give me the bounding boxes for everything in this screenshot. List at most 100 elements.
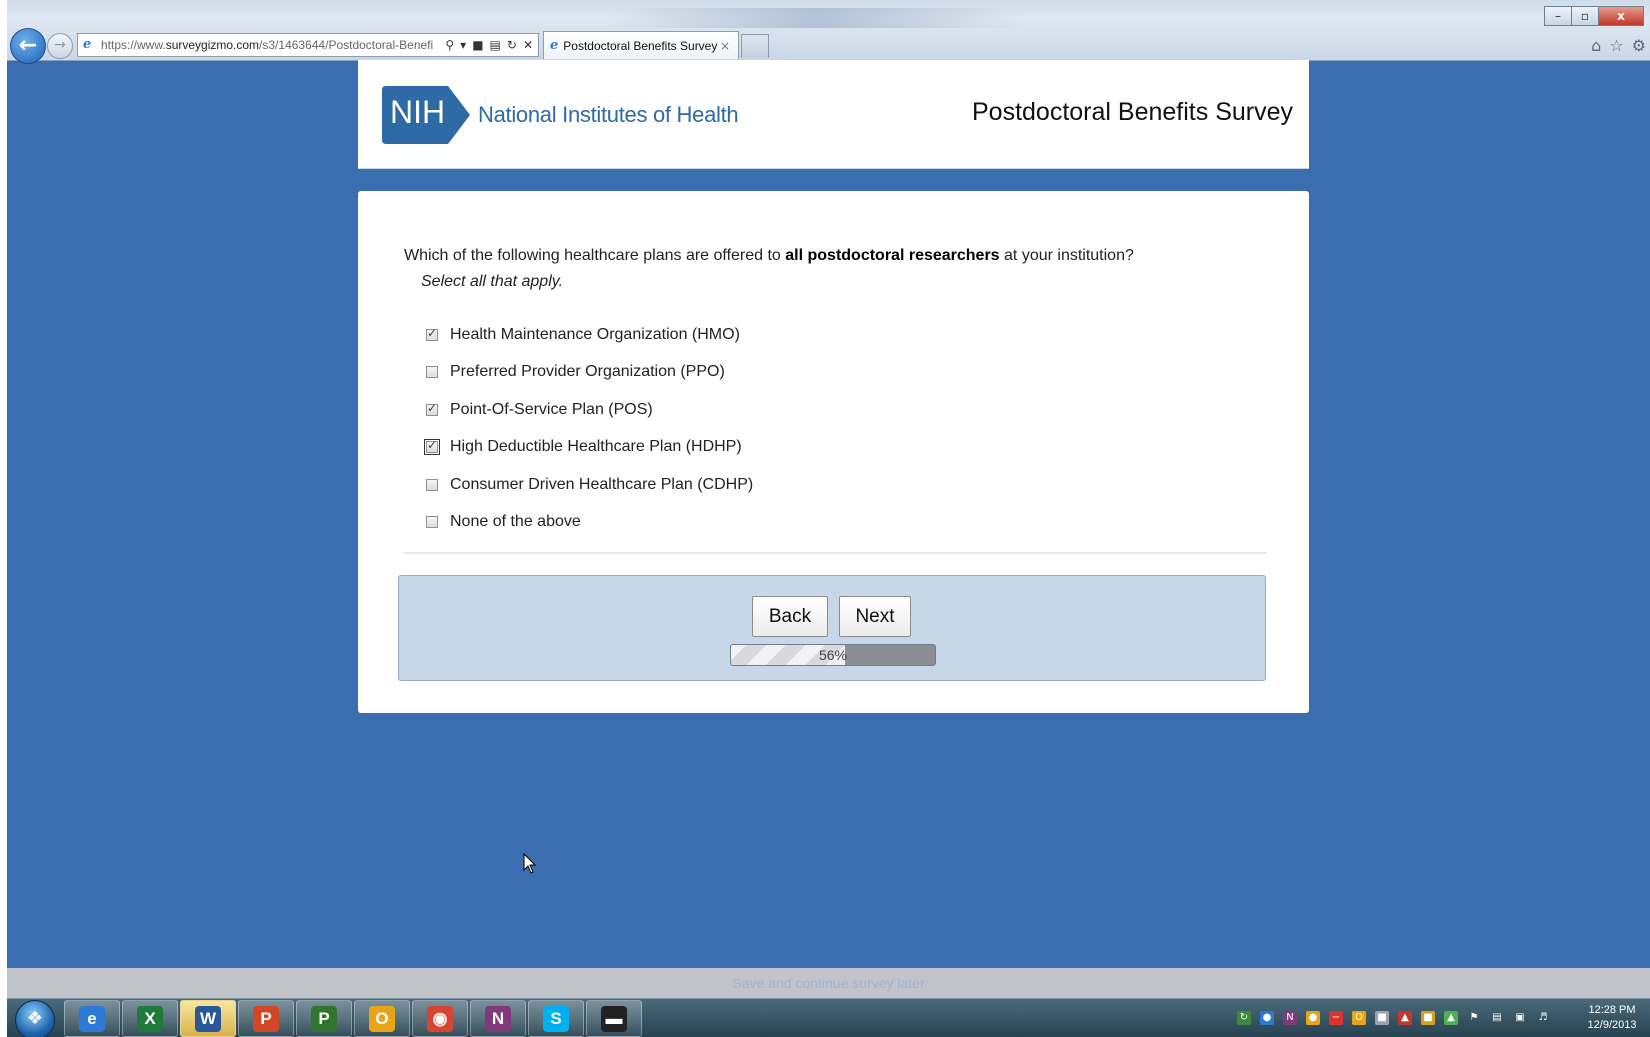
url-prefix: https://www. [101,38,166,52]
tray-lock-icon[interactable]: ■ [1375,1011,1389,1025]
url-text[interactable]: https://www.surveygizmo.com/s3/1463644/P… [101,38,440,52]
tray-sync-icon[interactable]: ↻ [1237,1011,1251,1025]
checkbox[interactable] [426,326,438,341]
option-label: High Deductible Healthcare Plan (HDHP) [450,438,742,456]
mouse-cursor-icon [523,853,537,874]
question-text: Which of the following healthcare plans … [404,247,1134,265]
skype-icon: S [543,1005,569,1032]
nih-abbrev: NIH [390,94,446,130]
project-icon: P [311,1005,337,1032]
taskbar-excel-button[interactable]: X [122,1000,178,1037]
internet-explorer-icon: e [79,1005,105,1032]
back-arrow-icon[interactable]: ← [10,28,46,64]
taskbar-internet-explorer-button[interactable]: e [64,1000,120,1037]
taskbar-skype-button[interactable]: S [528,1000,584,1037]
forward-arrow-icon[interactable]: → [47,33,73,59]
amazon-app-icon: ▬ [601,1005,627,1032]
survey-navigation: Back Next 56% [398,575,1266,681]
compatibility-icon[interactable]: ▤ [490,38,501,52]
browser-tab-active[interactable]: e Postdoctoral Benefits Survey × [543,31,739,59]
option-pos[interactable]: Point-Of-Service Plan (POS) [426,391,753,429]
outlook-icon: O [369,1005,395,1032]
checkbox[interactable] [426,401,438,416]
gear-icon[interactable]: ⚙ [1632,36,1646,55]
divider [404,552,1267,554]
tray-outlook-icon[interactable]: O [1352,1011,1366,1025]
nih-name: National Institutes of Health [478,102,739,127]
option-hdhp[interactable]: High Deductible Healthcare Plan (HDHP) [424,429,753,467]
taskbar-onenote-button[interactable]: N [470,1000,526,1037]
progress-bar: 56% [730,644,936,666]
option-hmo[interactable]: Health Maintenance Organization (HMO) [426,316,753,354]
tray-onenote-icon[interactable]: N [1283,1011,1297,1025]
browser-toolbar-right: ⌂ ☆ ⚙ [1591,36,1646,55]
tab-title: Postdoctoral Benefits Survey [563,38,718,53]
nih-badge-icon: NIH [382,86,470,144]
option-label: Point-Of-Service Plan (POS) [450,400,653,418]
footer-bar: Save and continue survey later [7,968,1650,998]
clock-time: 12:28 PM [1588,1004,1636,1016]
system-tray: ↻ ● N ● − O ■ ▲ ■ ▲ ⚑ ▤ ▣ ♬ [1237,1011,1550,1025]
lock-icon[interactable]: ■ [472,38,483,52]
taskbar-chrome-button[interactable]: ◉ [412,1000,468,1037]
tray-device-icon[interactable]: ▤ [1490,1011,1504,1025]
tray-security-icon[interactable]: ■ [1421,1011,1435,1025]
window-controls: – ▫ x [1544,6,1644,26]
option-label: None of the above [450,513,581,531]
option-ppo[interactable]: Preferred Provider Organization (PPO) [426,354,753,392]
refresh-icon[interactable]: ↻ [507,38,517,52]
back-button[interactable]: Back [752,596,828,637]
checkbox[interactable] [426,478,438,491]
stop-icon[interactable]: ✕ [523,38,533,52]
tray-network-icon[interactable]: ● [1260,1011,1274,1025]
dropdown-icon[interactable]: ▾ [460,38,466,52]
restore-button[interactable]: ▫ [1571,6,1599,26]
survey-header: NIH National Institutes of Health Postdo… [358,60,1309,169]
checkbox[interactable] [424,438,440,456]
window-title-blurred [607,8,1027,28]
close-window-button[interactable]: x [1598,6,1644,26]
tray-flag-icon[interactable]: ⚑ [1467,1011,1481,1025]
address-bar-icons: ⚲ ▾ ■ ▤ ↻ ✕ [440,38,538,52]
close-tab-icon[interactable]: × [720,39,730,53]
option-cdhp[interactable]: Consumer Driven Healthcare Plan (CDHP) [426,466,753,504]
taskbar-word-button[interactable]: W [180,1000,236,1037]
question-text-bold: all postdoctoral researchers [785,247,1000,264]
nih-logo: NIH National Institutes of Health [382,86,739,144]
question-text-after: at your institution? [999,247,1134,264]
question-instructions: Select all that apply. [421,273,564,290]
option-label: Health Maintenance Organization (HMO) [450,325,740,343]
option-list: Health Maintenance Organization (HMO) Pr… [424,316,753,542]
tray-display-icon[interactable]: ▣ [1513,1011,1527,1025]
taskbar-powerpoint-button[interactable]: P [238,1000,294,1037]
ie-page-icon: e [83,37,92,52]
tray-shield-icon[interactable]: ▲ [1398,1011,1412,1025]
taskbar-project-button[interactable]: P [296,1000,352,1037]
new-tab-button[interactable] [741,34,769,58]
tray-leaf-icon[interactable]: ▲ [1444,1011,1458,1025]
excel-icon: X [137,1005,163,1032]
home-icon[interactable]: ⌂ [1591,36,1601,55]
onenote-icon: N [485,1005,511,1032]
browser-chrome: – ▫ x ← → e https://www.surveygizmo.com/… [7,0,1650,64]
search-icon[interactable]: ⚲ [445,38,454,52]
word-icon: W [195,1005,221,1032]
start-button-icon[interactable]: ❖ [15,1000,55,1037]
tray-volume-icon[interactable]: ♬ [1536,1011,1550,1025]
tray-alert-icon[interactable]: ● [1306,1011,1320,1025]
next-button[interactable]: Next [839,596,911,637]
survey-title: Postdoctoral Benefits Survey [972,98,1293,126]
url-path: /s3/1463644/Postdoctoral-Benefi [259,38,434,52]
clock-date: 12/9/2013 [1587,1019,1637,1031]
address-bar[interactable]: e https://www.surveygizmo.com/s3/1463644… [77,33,539,57]
checkbox[interactable] [426,366,438,379]
favorites-star-icon[interactable]: ☆ [1609,36,1623,55]
taskbar-amazon-app-button[interactable]: ▬ [586,1000,642,1037]
minimize-button[interactable]: – [1544,6,1572,26]
tray-stop-icon[interactable]: − [1329,1011,1343,1025]
option-none[interactable]: None of the above [426,504,753,542]
taskbar-outlook-button[interactable]: O [354,1000,410,1037]
checkbox[interactable] [426,516,438,529]
taskbar-clock[interactable]: 12:28 PM 12/9/2013 [1577,1003,1647,1033]
save-continue-later-link[interactable]: Save and continue survey later [732,975,924,991]
